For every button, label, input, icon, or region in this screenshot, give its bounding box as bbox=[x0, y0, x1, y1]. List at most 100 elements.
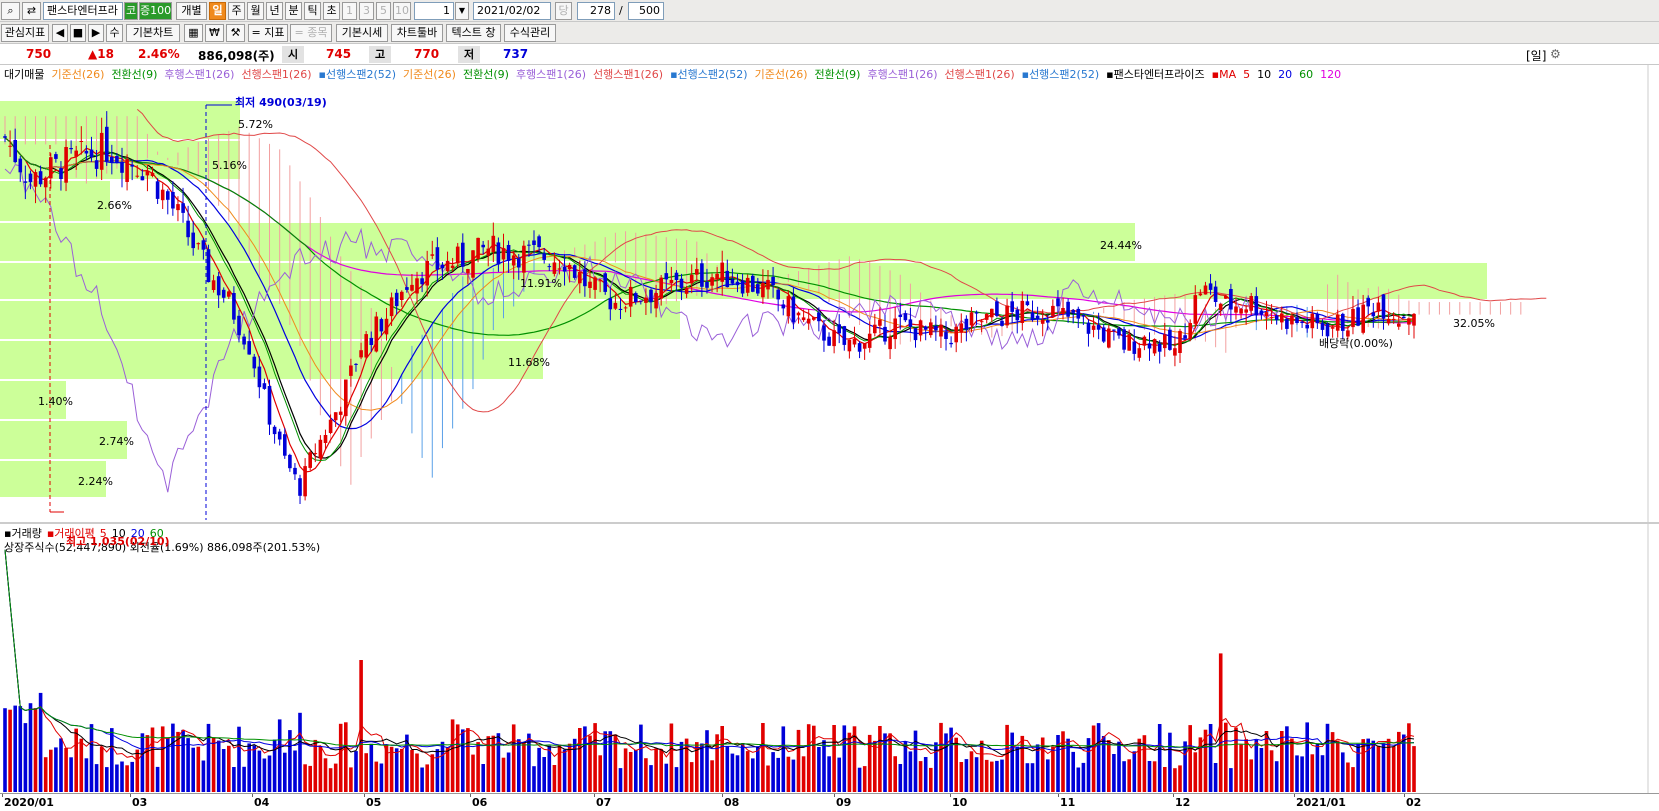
candle-body bbox=[842, 326, 847, 345]
interval-input[interactable]: 1 bbox=[414, 2, 454, 20]
watch-indicator-button[interactable]: 관심지표 bbox=[1, 24, 49, 42]
tab-day[interactable]: 일 bbox=[209, 2, 226, 20]
legend-item[interactable]: 선행스팬1(26) bbox=[593, 68, 663, 81]
basic-quote-button[interactable]: 기본시세 bbox=[336, 24, 388, 42]
legend-item[interactable]: 기준선(26) bbox=[755, 68, 808, 81]
stop-icon[interactable]: ■ bbox=[70, 24, 86, 42]
volume-bar bbox=[252, 745, 257, 792]
volume-bar bbox=[995, 760, 999, 792]
legend-item[interactable]: 기준선(26) bbox=[51, 68, 104, 81]
won-icon[interactable]: ₩ bbox=[205, 24, 224, 42]
candle-body bbox=[130, 164, 134, 167]
interval-5-button[interactable]: 5 bbox=[376, 2, 391, 20]
tab-tick[interactable]: 틱 bbox=[304, 2, 321, 20]
su-button[interactable]: 수 bbox=[106, 24, 123, 42]
indicator-button[interactable]: = 지표 bbox=[248, 24, 288, 42]
legend-item[interactable]: 전환선(9) bbox=[463, 68, 509, 81]
candle-body bbox=[303, 466, 307, 497]
next-arrow-icon[interactable]: ▶ bbox=[88, 24, 104, 42]
volume-bar bbox=[267, 755, 272, 792]
settings-icon[interactable]: ⚙ bbox=[1550, 47, 1561, 61]
refresh-icon[interactable]: ⇄ bbox=[22, 2, 41, 20]
count-field[interactable]: 278 bbox=[577, 2, 615, 20]
volume-bar bbox=[420, 767, 424, 792]
candle-body bbox=[120, 162, 124, 173]
legend-item[interactable]: ▪선행스팬2(52) bbox=[1022, 68, 1100, 81]
candle-body bbox=[1163, 334, 1167, 349]
legend-item[interactable]: 대기매물 bbox=[4, 68, 44, 81]
tab-week[interactable]: 주 bbox=[228, 2, 245, 20]
candle-body bbox=[552, 262, 557, 274]
legend-item[interactable]: 10 bbox=[1257, 68, 1271, 81]
date-field[interactable]: 2021/02/02 bbox=[473, 2, 551, 20]
candle-body bbox=[389, 297, 394, 317]
volume-bar bbox=[1152, 761, 1157, 792]
volume-bar bbox=[1269, 750, 1274, 792]
volume-bar bbox=[43, 757, 48, 792]
legend-item[interactable]: 후행스팬1(26) bbox=[867, 68, 937, 81]
volume-bar bbox=[1005, 724, 1009, 792]
formula-manager-button[interactable]: 수식관리 bbox=[504, 24, 556, 42]
legend-item[interactable]: ▪선행스팬2(52) bbox=[670, 68, 748, 81]
tab-year[interactable]: 년 bbox=[266, 2, 283, 20]
calendar-icon[interactable]: ▦ bbox=[184, 24, 203, 42]
individual-button[interactable]: 개별 bbox=[176, 2, 207, 20]
search-icon[interactable]: ⌕ bbox=[1, 2, 20, 20]
max-count-field[interactable]: 500 bbox=[628, 2, 664, 20]
legend-item[interactable]: 선행스팬1(26) bbox=[945, 68, 1015, 81]
candle-body bbox=[1208, 283, 1213, 290]
legend-item[interactable]: 5 bbox=[1243, 68, 1250, 81]
legend-item[interactable]: 기준선(26) bbox=[403, 68, 456, 81]
chart-toolbar-button[interactable]: 차트툴바 bbox=[391, 24, 443, 42]
stock-name-field[interactable]: 팬스타엔터프라 bbox=[43, 2, 123, 20]
candle-body bbox=[227, 291, 231, 297]
legend-item[interactable]: 전환선(9) bbox=[111, 68, 157, 81]
candle-body bbox=[84, 150, 89, 154]
legend-item[interactable]: 전환선(9) bbox=[815, 68, 861, 81]
candle-body bbox=[791, 296, 796, 323]
candle-body bbox=[781, 304, 786, 309]
interval-1-button[interactable]: 1 bbox=[342, 2, 357, 20]
legend-item[interactable]: 선행스팬1(26) bbox=[241, 68, 311, 81]
candle-body bbox=[333, 412, 338, 421]
volume-profile-label: 1.40% bbox=[38, 395, 73, 408]
candle-body bbox=[38, 171, 43, 185]
candle-body bbox=[308, 452, 312, 468]
tab-second[interactable]: 초 bbox=[323, 2, 340, 20]
legend-item[interactable]: 120 bbox=[1320, 68, 1341, 81]
prev-arrow-icon[interactable]: ◀ bbox=[52, 24, 68, 42]
chevron-down-icon[interactable]: ▼ bbox=[455, 2, 469, 20]
tab-minute[interactable]: 분 bbox=[285, 2, 302, 20]
legend-item[interactable]: 후행스팬1(26) bbox=[164, 68, 234, 81]
candle-body bbox=[710, 277, 714, 286]
volume-bar bbox=[969, 751, 974, 792]
candle-body bbox=[1020, 300, 1025, 323]
legend-item[interactable]: ▪MA bbox=[1212, 68, 1236, 81]
x-tick-mark bbox=[1173, 794, 1174, 797]
x-axis: 2020/01 03 04 05 06 07 08 09 10 11 12 2021/01 02 bbox=[0, 793, 1659, 811]
interval-10-button[interactable]: 10 bbox=[393, 2, 411, 20]
interval-3-button[interactable]: 3 bbox=[359, 2, 374, 20]
basic-chart-button[interactable]: 기본차트 bbox=[126, 24, 180, 42]
x-tick-label: 11 bbox=[1060, 796, 1076, 809]
candle-body bbox=[186, 220, 190, 238]
legend-item[interactable]: ▪선행스팬2(52) bbox=[319, 68, 397, 81]
volume-bar bbox=[1376, 745, 1381, 792]
candle-body bbox=[491, 235, 496, 253]
stock-button[interactable]: = 종목 bbox=[290, 24, 332, 42]
date-suffix-button[interactable]: 당 bbox=[555, 2, 572, 20]
text-window-button[interactable]: 텍스트 창 bbox=[446, 24, 501, 42]
volume-bar bbox=[160, 726, 165, 792]
legend-item[interactable]: 20 bbox=[1278, 68, 1292, 81]
legend-item[interactable]: ▪팬스타엔터프라이즈 bbox=[1106, 68, 1205, 81]
wrench-icon[interactable]: ⚒ bbox=[226, 24, 245, 42]
volume-bar bbox=[227, 745, 231, 792]
volume-legend-item[interactable]: ▪거래량 bbox=[4, 527, 42, 540]
candle-body bbox=[481, 244, 485, 248]
stock-chart[interactable] bbox=[0, 65, 1659, 793]
candle-body bbox=[1101, 327, 1106, 342]
tab-month[interactable]: 월 bbox=[247, 2, 264, 20]
legend-item[interactable]: 후행스팬1(26) bbox=[516, 68, 586, 81]
legend-item[interactable]: 60 bbox=[1299, 68, 1313, 81]
volume-bar bbox=[145, 735, 150, 792]
